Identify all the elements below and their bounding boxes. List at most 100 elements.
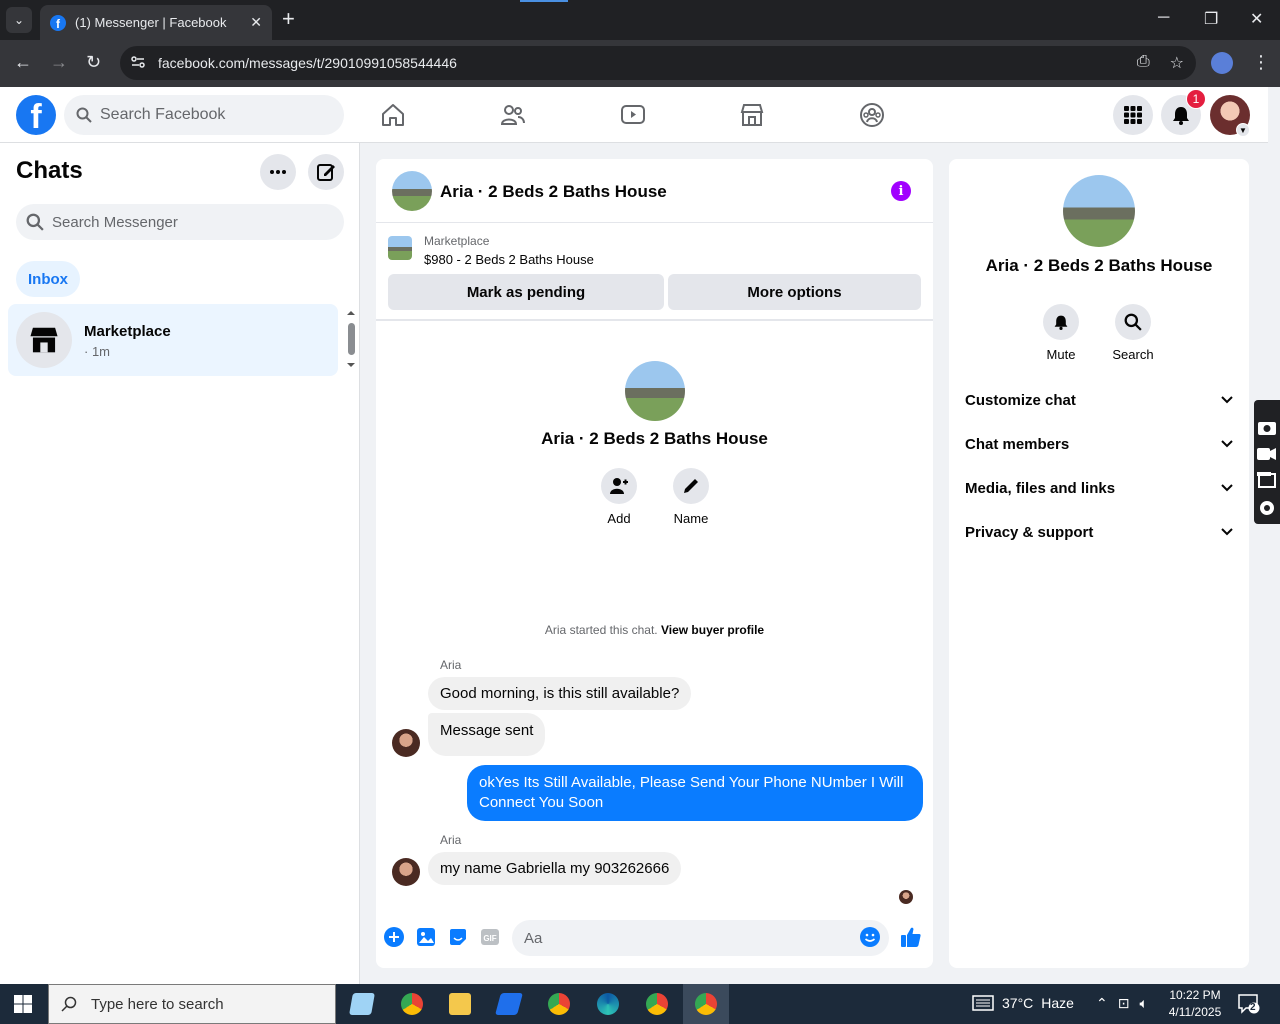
bell-icon: [1173, 107, 1189, 125]
incoming-message[interactable]: Good morning, is this still available?: [428, 677, 692, 710]
address-bar[interactable]: facebook.com/messages/t/2901099105854444…: [120, 46, 1196, 80]
section-label: Chat members: [965, 435, 1070, 453]
mute-button[interactable]: Mute: [1031, 304, 1091, 362]
plus-circle-icon[interactable]: [384, 927, 404, 947]
chat-members-section[interactable]: Chat members: [965, 426, 1233, 462]
details-listing-avatar: [1063, 175, 1135, 247]
clock-date: 4/11/2025: [1168, 1005, 1222, 1019]
site-info-icon[interactable]: [130, 54, 154, 73]
outgoing-message[interactable]: okYes Its Still Available, Please Send Y…: [467, 765, 923, 821]
media-files-links-section[interactable]: Media, files and links: [965, 470, 1233, 506]
new-message-button[interactable]: [308, 154, 344, 190]
section-label: Privacy & support: [965, 523, 1094, 541]
incoming-message[interactable]: my name Gabriella my 903262666: [428, 852, 682, 885]
browser-tab[interactable]: f (1) Messenger | Facebook ✕: [40, 5, 272, 40]
started-text: Aria started this chat.: [544, 623, 658, 637]
chrome-profile-b-icon[interactable]: [543, 988, 575, 1020]
sender-name: Aria: [440, 833, 462, 847]
action-center-icon[interactable]: 2: [1238, 994, 1260, 1019]
sticker-icon[interactable]: [448, 927, 468, 947]
facebook-search-input[interactable]: Search Facebook: [64, 95, 344, 135]
sender-avatar[interactable]: [392, 858, 420, 886]
page-scrollbar[interactable]: [1268, 87, 1280, 984]
minimize-icon[interactable]: ─: [1158, 9, 1169, 27]
name-label: Name: [673, 511, 709, 526]
groups-nav-icon[interactable]: [858, 101, 886, 129]
edge-browser-icon[interactable]: [592, 988, 624, 1020]
floating-capture-toolbar: [1254, 400, 1280, 524]
photo-gallery-icon[interactable]: [416, 927, 436, 947]
facebook-favicon-icon: f: [50, 14, 66, 31]
reload-icon[interactable]: ↻: [86, 52, 101, 73]
file-explorer-icon[interactable]: [444, 988, 476, 1020]
watch-nav-icon[interactable]: [619, 101, 647, 129]
browser-toolbar: ← → ↻ facebook.com/messages/t/2901099105…: [0, 40, 1280, 87]
intro-title: Aria · 2 Beds 2 Baths House: [541, 429, 768, 448]
tab-close-icon[interactable]: ✕: [250, 14, 262, 31]
weather-widget[interactable]: 37°C Haze: [972, 995, 1074, 1011]
friends-nav-icon[interactable]: [499, 101, 527, 129]
marketplace-nav-icon[interactable]: [738, 101, 766, 129]
add-people-button[interactable]: Add: [589, 468, 649, 526]
name-chat-button[interactable]: Name: [661, 468, 721, 526]
add-person-icon: [601, 468, 637, 504]
chats-title: Chats: [16, 157, 83, 184]
taskbar-search-input[interactable]: Type here to search: [48, 984, 336, 1024]
message-input[interactable]: Aa: [512, 920, 889, 956]
chats-scrollbar[interactable]: [346, 309, 356, 369]
chats-options-button[interactable]: [260, 154, 296, 190]
tab-search-button[interactable]: ⌄: [6, 7, 32, 33]
privacy-support-section[interactable]: Privacy & support: [965, 514, 1233, 550]
listing-thumbnail[interactable]: [388, 236, 412, 260]
windows-start-icon[interactable]: [14, 995, 32, 1018]
volume-icon[interactable]: 🔈︎: [1139, 995, 1147, 1012]
new-tab-button[interactable]: +: [282, 8, 295, 30]
view-buyer-profile-link[interactable]: View buyer profile: [661, 623, 764, 637]
chat-started-notice: Aria started this chat. View buyer profi…: [376, 623, 933, 637]
browser-profile-avatar[interactable]: [1211, 52, 1233, 74]
incoming-message[interactable]: Message sent: [428, 713, 546, 756]
menu-grid-button[interactable]: [1113, 95, 1153, 135]
browser-menu-icon[interactable]: ⋮: [1252, 52, 1270, 73]
chevron-up-icon[interactable]: ⌃: [1096, 995, 1108, 1012]
chrome-active-icon[interactable]: [683, 984, 729, 1024]
url-text: facebook.com/messages/t/2901099105854444…: [158, 55, 457, 71]
mark-as-pending-button[interactable]: Mark as pending: [388, 274, 664, 310]
forward-icon[interactable]: →: [50, 52, 68, 73]
close-window-icon[interactable]: ✕: [1250, 9, 1263, 29]
sender-avatar[interactable]: [392, 729, 420, 757]
search-icon: [1115, 304, 1151, 340]
weather-temp: 37°C: [1002, 995, 1034, 1011]
thumbs-up-icon[interactable]: [900, 926, 922, 948]
chat-list-item[interactable]: Marketplace · 1m: [8, 304, 338, 376]
notes-app-icon[interactable]: [346, 988, 378, 1020]
listing-price-title[interactable]: $980 - 2 Beds 2 Baths House: [424, 252, 594, 267]
windows-taskbar: Type here to search 37°C Haze ⌃ ⊡ 🔈︎ 10:…: [0, 984, 1280, 1024]
bookmark-star-icon[interactable]: ☆: [1170, 53, 1184, 73]
facebook-logo[interactable]: f: [16, 95, 56, 135]
more-options-button[interactable]: More options: [668, 274, 921, 310]
customize-chat-section[interactable]: Customize chat: [965, 382, 1233, 418]
section-label: Customize chat: [965, 391, 1076, 409]
listing-photo-avatar[interactable]: [392, 171, 432, 211]
install-app-icon[interactable]: ⎙: [1137, 53, 1150, 73]
gif-icon[interactable]: GIF: [480, 927, 500, 947]
search-in-conversation-button[interactable]: Search: [1103, 304, 1163, 362]
account-chevron-down-icon[interactable]: ▼: [1236, 123, 1250, 137]
inbox-tab[interactable]: Inbox: [16, 261, 80, 297]
marketplace-avatar: [16, 312, 72, 368]
chrome-profile-a-icon[interactable]: [396, 988, 428, 1020]
home-nav-icon[interactable]: [379, 101, 407, 129]
chat-name: Marketplace: [84, 323, 171, 340]
intro-listing-avatar: [625, 361, 685, 421]
back-icon[interactable]: ←: [14, 52, 32, 73]
messenger-search-input[interactable]: Search Messenger: [16, 204, 344, 240]
restore-icon[interactable]: ❐: [1204, 9, 1218, 29]
system-clock[interactable]: 10:22 PM 4/11/2025: [1160, 987, 1230, 1021]
conversation-info-icon[interactable]: i: [891, 181, 911, 201]
emoji-icon[interactable]: [860, 927, 880, 947]
chrome-profile-c-icon[interactable]: [641, 988, 673, 1020]
remote-app-icon[interactable]: [493, 988, 525, 1020]
network-icon[interactable]: ⊡: [1118, 995, 1130, 1012]
conversation-title[interactable]: Aria · 2 Beds 2 Baths House: [440, 182, 667, 202]
